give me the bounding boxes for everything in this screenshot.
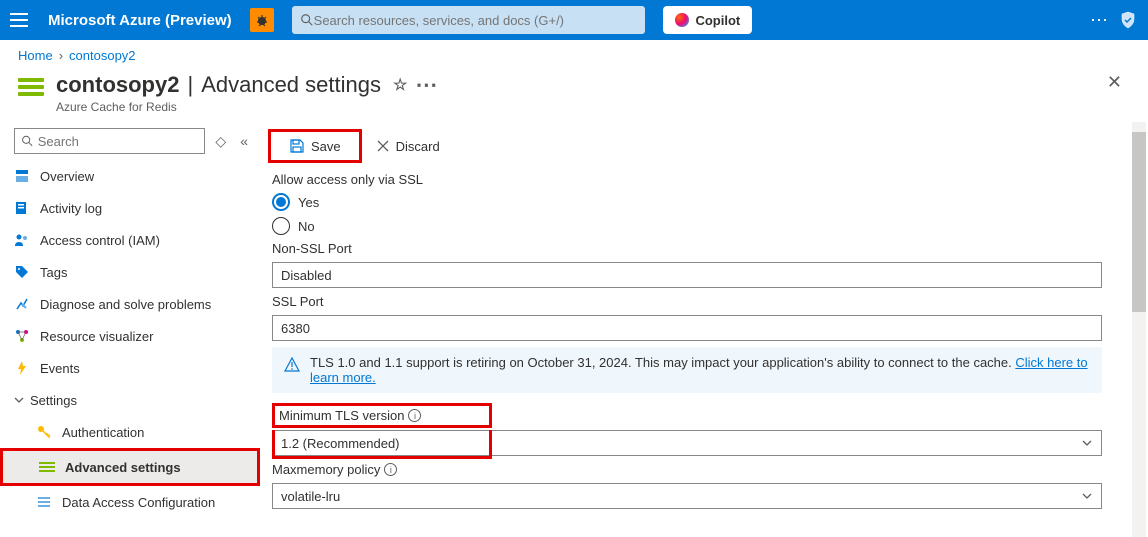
nav-search-input[interactable] xyxy=(38,134,199,149)
left-nav: ◇ « Overview Activity log Access control… xyxy=(0,122,260,537)
nav-pin-icon[interactable]: ◇ xyxy=(211,133,230,150)
breadcrumb: Home › contosopy2 xyxy=(0,40,1148,70)
resource-visualizer-icon xyxy=(14,328,30,344)
global-search-input[interactable] xyxy=(314,13,638,28)
non-ssl-port-input[interactable]: Disabled xyxy=(272,262,1102,288)
events-icon xyxy=(14,360,30,376)
ssl-yes-radio[interactable]: Yes xyxy=(272,193,1102,211)
chevron-down-icon xyxy=(14,395,24,405)
copilot-icon xyxy=(675,13,689,27)
redis-resource-icon xyxy=(18,78,46,98)
copilot-label: Copilot xyxy=(695,13,740,28)
favorite-star-icon[interactable]: ☆ xyxy=(393,75,407,95)
breadcrumb-home[interactable]: Home xyxy=(18,48,53,63)
nav-advanced-settings[interactable]: Advanced settings xyxy=(3,451,257,483)
global-search[interactable] xyxy=(292,6,646,34)
copilot-button[interactable]: Copilot xyxy=(663,6,752,34)
access-control-icon xyxy=(14,232,30,248)
tags-icon xyxy=(14,264,30,280)
data-access-icon xyxy=(36,494,52,510)
preview-bug-icon[interactable] xyxy=(250,8,274,32)
chevron-down-icon xyxy=(1081,437,1093,449)
maxmemory-label: Maxmemory policy i xyxy=(272,462,1102,477)
info-icon[interactable]: i xyxy=(384,463,397,476)
header-more-icon[interactable]: ⋯ xyxy=(415,72,439,98)
ssl-access-label: Allow access only via SSL xyxy=(272,172,1102,187)
scrollbar-thumb[interactable] xyxy=(1132,132,1146,312)
activity-log-icon xyxy=(14,200,30,216)
breadcrumb-separator-icon: › xyxy=(59,48,63,63)
nav-activity-log[interactable]: Activity log xyxy=(0,192,260,224)
search-icon xyxy=(21,134,34,148)
advanced-settings-icon xyxy=(39,459,55,475)
security-shield-icon[interactable] xyxy=(1118,10,1138,30)
nav-data-access[interactable]: Data Access Configuration xyxy=(0,486,260,518)
menu-toggle-icon[interactable] xyxy=(10,8,34,32)
brand-title: Microsoft Azure (Preview) xyxy=(48,12,232,29)
ssl-port-input[interactable]: 6380 xyxy=(272,315,1102,341)
overview-icon xyxy=(14,168,30,184)
nav-authentication[interactable]: Authentication xyxy=(0,416,260,448)
content-toolbar: Save Discard xyxy=(268,126,1128,166)
diagnose-icon xyxy=(14,296,30,312)
non-ssl-port-label: Non-SSL Port xyxy=(272,241,1102,256)
close-blade-icon[interactable]: ✕ xyxy=(1107,72,1122,93)
page-title: contosopy2 | Advanced settings ☆ ⋯ xyxy=(56,72,439,98)
page-header: contosopy2 | Advanced settings ☆ ⋯ Azure… xyxy=(0,70,1148,122)
nav-diagnose[interactable]: Diagnose and solve problems xyxy=(0,288,260,320)
nav-collapse-icon[interactable]: « xyxy=(236,133,252,149)
min-tls-label: Minimum TLS version i xyxy=(279,408,485,423)
discard-icon xyxy=(376,139,390,153)
ssl-no-radio[interactable]: No xyxy=(272,217,1102,235)
ssl-port-label: SSL Port xyxy=(272,294,1102,309)
nav-access-control[interactable]: Access control (IAM) xyxy=(0,224,260,256)
nav-search[interactable] xyxy=(14,128,205,154)
nav-resource-visualizer[interactable]: Resource visualizer xyxy=(0,320,260,352)
nav-tags[interactable]: Tags xyxy=(0,256,260,288)
tls-retirement-banner: TLS 1.0 and 1.1 support is retiring on O… xyxy=(272,347,1102,393)
save-button[interactable]: Save xyxy=(279,134,351,158)
search-icon xyxy=(300,13,314,27)
discard-button[interactable]: Discard xyxy=(366,135,450,158)
maxmemory-select[interactable]: volatile-lru xyxy=(272,483,1102,509)
page-subtitle: Azure Cache for Redis xyxy=(56,100,439,114)
key-icon xyxy=(36,424,52,440)
min-tls-select[interactable]: 1.2 (Recommended) xyxy=(272,430,1102,456)
content-pane: Save Discard Allow access only via SSL Y… xyxy=(260,122,1148,537)
nav-events[interactable]: Events xyxy=(0,352,260,384)
nav-group-settings[interactable]: Settings xyxy=(0,384,260,416)
radio-unchecked-icon xyxy=(272,217,290,235)
topbar-more-icon[interactable]: ⋯ xyxy=(1090,10,1110,31)
chevron-down-icon xyxy=(1081,490,1093,502)
breadcrumb-resource[interactable]: contosopy2 xyxy=(69,48,136,63)
save-icon xyxy=(289,138,305,154)
azure-topbar: Microsoft Azure (Preview) Copilot ⋯ xyxy=(0,0,1148,40)
radio-checked-icon xyxy=(272,193,290,211)
info-icon[interactable]: i xyxy=(408,409,421,422)
warning-icon xyxy=(284,357,300,373)
nav-overview[interactable]: Overview xyxy=(0,160,260,192)
